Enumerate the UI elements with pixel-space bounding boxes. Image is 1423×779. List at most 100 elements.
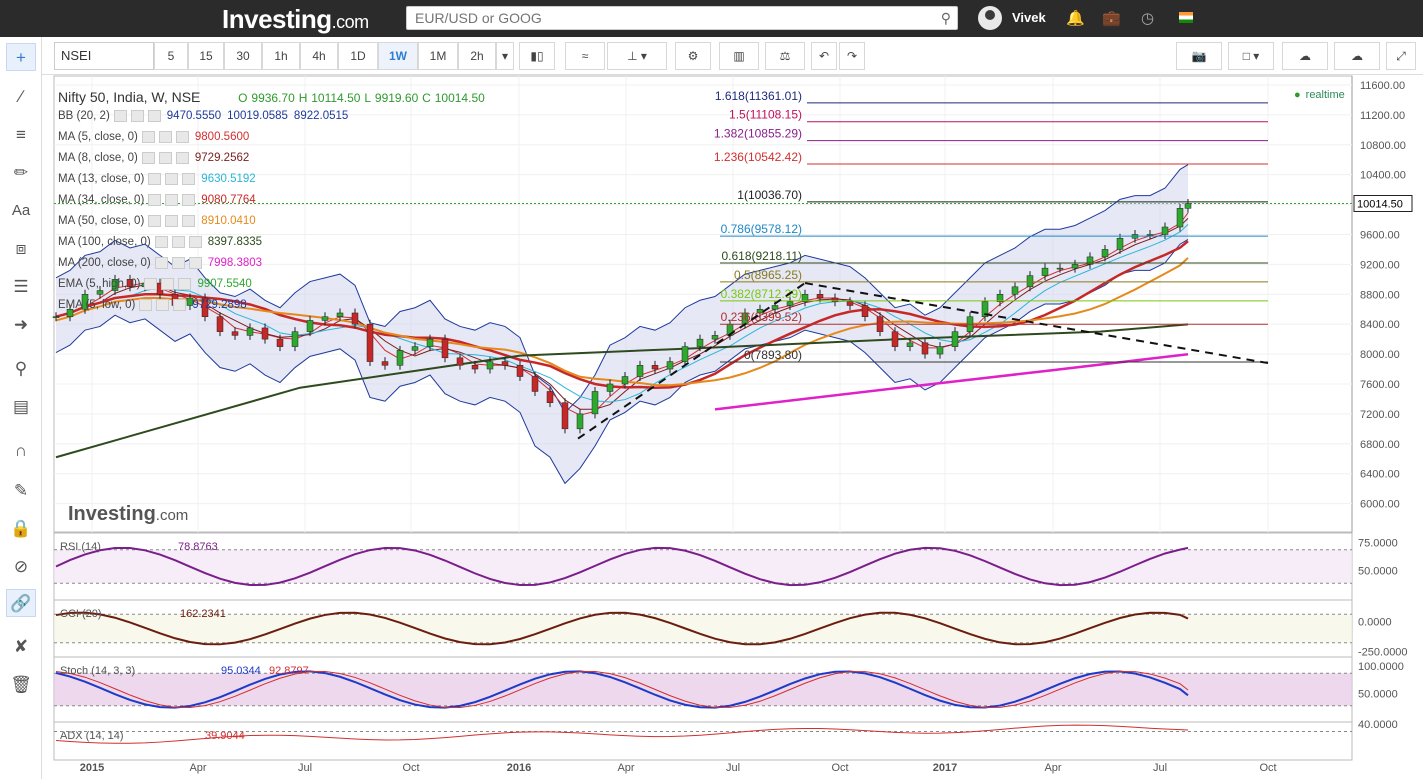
indicator-name[interactable]: EMA (5, low, 0) <box>58 299 135 311</box>
indicator-eye-icon[interactable] <box>130 110 144 122</box>
interval-15[interactable]: 15 <box>188 42 224 70</box>
text-tool-icon[interactable]: Aa <box>6 197 36 225</box>
compare-icon[interactable]: ≈ <box>565 42 605 70</box>
indicator-legend-row[interactable]: MA (50, close, 0) 8910.0410 <box>58 215 256 227</box>
interval-1d[interactable]: 1D <box>338 42 378 70</box>
redo-icon[interactable]: ↷ <box>839 42 865 70</box>
search-input[interactable] <box>407 7 927 29</box>
search-icon[interactable]: ⚲ <box>941 10 951 27</box>
indicator-name[interactable]: EMA (5, high, 0) <box>58 278 140 290</box>
camera-icon[interactable]: 📷 <box>1176 42 1222 70</box>
trash-icon[interactable]: 🗑 <box>6 671 36 699</box>
crosshair-icon[interactable]: + <box>6 43 36 71</box>
indicator-eye-icon[interactable] <box>165 194 179 206</box>
magnet-icon[interactable]: ∩ <box>6 437 36 465</box>
indicator-eye-icon[interactable] <box>165 173 179 185</box>
instrument-title[interactable]: Nifty 50, India, W, NSE <box>58 89 200 105</box>
indicator-eye-icon[interactable] <box>171 236 185 248</box>
indicator-name[interactable]: MA (100, close, 0) <box>58 236 151 248</box>
interval-5[interactable]: 5 <box>154 42 188 70</box>
indicator-settings-icon[interactable] <box>141 152 155 164</box>
symbol-input[interactable]: NSEI <box>54 42 154 70</box>
indicator-close-icon[interactable] <box>178 278 192 290</box>
cloud-download-icon[interactable]: ☁ <box>1282 42 1328 70</box>
candles-tool-icon[interactable]: ☰ <box>6 273 36 301</box>
interval-2h[interactable]: 2h <box>458 42 496 70</box>
indicator-name[interactable]: MA (34, close, 0) <box>58 194 144 206</box>
undo-icon[interactable]: ↶ <box>811 42 837 70</box>
india-flag-icon[interactable] <box>1179 12 1193 23</box>
indicator-legend-row[interactable]: MA (100, close, 0) 8397.8335 <box>58 236 262 248</box>
indicator-legend-row[interactable]: MA (200, close, 0) 7998.3803 <box>58 257 262 269</box>
indicator-close-icon[interactable] <box>182 194 196 206</box>
indicator-close-icon[interactable] <box>182 173 196 185</box>
pattern-icon[interactable]: ⧈ <box>6 235 36 263</box>
clock-icon[interactable]: ◷ <box>1141 9 1154 27</box>
balance-icon[interactable]: ⚖ <box>765 42 805 70</box>
cloud-upload-icon[interactable]: ☁ <box>1334 42 1380 70</box>
indicator-eye-icon[interactable] <box>165 215 179 227</box>
interval-4h[interactable]: 4h <box>300 42 338 70</box>
interval-1h[interactable]: 1h <box>262 42 300 70</box>
search-box[interactable]: ⚲ <box>406 6 958 30</box>
horizontal-lines-icon[interactable]: ≡ <box>6 121 36 149</box>
user-name[interactable]: Vivek <box>1012 10 1046 25</box>
indicator-name[interactable]: MA (5, close, 0) <box>58 131 138 143</box>
indicator-eye-icon[interactable] <box>156 299 170 311</box>
indicator-legend-row[interactable]: BB (20, 2) 9470.5550 10019.0585 8922.0515 <box>58 110 348 122</box>
interval-1m[interactable]: 1M <box>418 42 458 70</box>
indicator-eye-icon[interactable] <box>171 257 185 269</box>
indicator-settings-icon[interactable] <box>141 131 155 143</box>
indicator-settings-icon[interactable] <box>154 236 168 248</box>
fullscreen-icon[interactable]: ⤢ <box>1386 42 1416 70</box>
brush-icon[interactable]: ✏ <box>6 159 36 187</box>
interval-30[interactable]: 30 <box>224 42 262 70</box>
link-icon[interactable]: 🔗 <box>6 589 36 617</box>
indicator-settings-icon[interactable] <box>144 278 158 290</box>
portfolio-icon[interactable]: 💼 <box>1102 9 1121 27</box>
indicator-name[interactable]: MA (200, close, 0) <box>58 257 151 269</box>
indicator-name[interactable]: BB (20, 2) <box>58 110 110 122</box>
indicator-legend-row[interactable]: MA (34, close, 0) 9080.7764 <box>58 194 256 206</box>
indicator-close-icon[interactable] <box>175 131 189 143</box>
indicator-close-icon[interactable] <box>147 110 161 122</box>
indicator-legend-row[interactable]: EMA (5, low, 0) 9729.2898 <box>58 299 247 311</box>
tools-icon[interactable]: ✘ <box>6 633 36 661</box>
arrow-left-icon[interactable]: ➜ <box>6 311 36 339</box>
lock-icon[interactable]: 🔒 <box>6 515 36 543</box>
interval-dropdown-icon[interactable]: ▾ <box>496 42 514 70</box>
indicator-settings-icon[interactable] <box>148 173 162 185</box>
zoom-icon[interactable]: ⚲ <box>6 355 36 383</box>
indicators-icon[interactable]: ⊥ ▾ <box>607 42 667 70</box>
indicator-legend-row[interactable]: MA (5, close, 0) 9800.5600 <box>58 131 249 143</box>
interval-1w[interactable]: 1W <box>378 42 418 70</box>
indicator-close-icon[interactable] <box>188 257 202 269</box>
indicator-name[interactable]: MA (50, close, 0) <box>58 215 144 227</box>
indicator-eye-icon[interactable] <box>161 278 175 290</box>
investing-logo[interactable]: Investing.com <box>222 4 369 35</box>
indicator-close-icon[interactable] <box>188 236 202 248</box>
indicator-legend-row[interactable]: MA (8, close, 0) 9729.2562 <box>58 152 249 164</box>
indicator-name[interactable]: MA (8, close, 0) <box>58 152 138 164</box>
indicator-legend-row[interactable]: MA (13, close, 0) 9630.5192 <box>58 173 256 185</box>
indicator-settings-icon[interactable] <box>148 215 162 227</box>
indicator-eye-icon[interactable] <box>158 152 172 164</box>
indicator-settings-icon[interactable] <box>139 299 153 311</box>
indicator-settings-icon[interactable] <box>154 257 168 269</box>
indicator-legend-row[interactable]: EMA (5, high, 0) 9907.5540 <box>58 278 252 290</box>
bell-icon[interactable]: 🔔 <box>1066 9 1085 27</box>
avatar[interactable] <box>978 6 1002 30</box>
indicator-settings-icon[interactable] <box>113 110 127 122</box>
indicator-close-icon[interactable] <box>173 299 187 311</box>
measure-icon[interactable]: ▤ <box>6 393 36 421</box>
studies-icon[interactable]: ▥ <box>719 42 759 70</box>
indicator-close-icon[interactable] <box>182 215 196 227</box>
trend-line-icon[interactable]: ∕ <box>6 83 36 111</box>
pencil-icon[interactable]: ✎ <box>6 477 36 505</box>
candle-type-icon[interactable]: ▮▯ <box>519 42 555 70</box>
eye-hidden-icon[interactable]: ⊘ <box>6 553 36 581</box>
layout-select-icon[interactable]: □ ▾ <box>1228 42 1274 70</box>
indicator-name[interactable]: MA (13, close, 0) <box>58 173 144 185</box>
settings-gear-icon[interactable]: ⚙ <box>675 42 711 70</box>
indicator-settings-icon[interactable] <box>148 194 162 206</box>
